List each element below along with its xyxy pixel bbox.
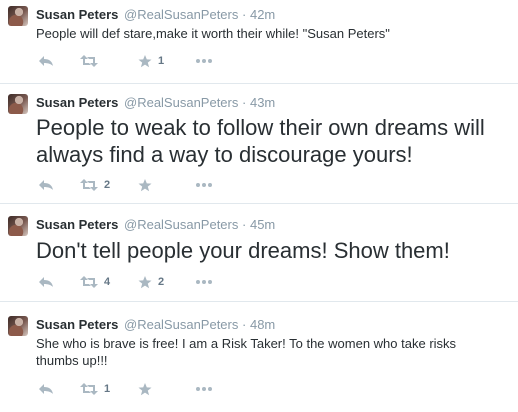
reply-icon <box>39 180 53 190</box>
favorite-button[interactable] <box>138 382 166 396</box>
separator: · <box>242 7 247 22</box>
more-icon <box>196 387 212 391</box>
retweet-button[interactable] <box>80 55 112 67</box>
author-name[interactable]: Susan Peters <box>36 95 118 110</box>
reply-button[interactable] <box>38 55 54 67</box>
favorite-button[interactable]: 2 <box>138 275 166 289</box>
tweet-actions: 4 2 <box>38 274 238 290</box>
star-icon <box>138 178 152 191</box>
retweet-icon <box>80 179 98 191</box>
reply-icon <box>39 384 53 394</box>
favorite-button[interactable]: 1 <box>138 54 166 68</box>
tweet[interactable]: Susan Peters @RealSusanPeters · 42m Peop… <box>0 0 518 84</box>
retweet-icon <box>80 383 98 395</box>
reply-icon <box>39 56 53 66</box>
retweet-button[interactable]: 4 <box>80 276 112 288</box>
author-handle[interactable]: @RealSusanPeters <box>124 217 238 232</box>
star-icon <box>138 54 152 67</box>
author-name[interactable]: Susan Peters <box>36 7 118 22</box>
tweet-timestamp[interactable]: 45m <box>250 217 275 232</box>
author-name[interactable]: Susan Peters <box>36 317 118 332</box>
favorite-count: 1 <box>158 55 165 67</box>
more-icon <box>196 183 212 187</box>
retweet-icon <box>80 55 98 67</box>
tweet-header: Susan Peters @RealSusanPeters · 48m <box>36 317 275 333</box>
tweet-timestamp[interactable]: 43m <box>250 95 275 110</box>
retweet-button[interactable]: 1 <box>80 383 112 395</box>
avatar[interactable] <box>8 94 28 114</box>
tweet-text: People will def stare,make it worth thei… <box>36 26 390 41</box>
reply-button[interactable] <box>38 276 54 288</box>
more-button[interactable] <box>196 59 212 63</box>
more-button[interactable] <box>196 183 212 187</box>
retweet-count: 2 <box>104 179 111 191</box>
tweet[interactable]: Susan Peters @RealSusanPeters · 43m Peop… <box>0 86 518 204</box>
author-handle[interactable]: @RealSusanPeters <box>124 7 238 22</box>
tweet[interactable]: Susan Peters @RealSusanPeters · 45m Don'… <box>0 206 518 302</box>
retweet-count: 4 <box>104 276 111 288</box>
retweet-count: 1 <box>104 383 111 395</box>
retweet-icon <box>80 276 98 288</box>
more-button[interactable] <box>196 280 212 284</box>
tweet-text: She who is brave is free! I am a Risk Ta… <box>36 336 457 368</box>
tweet[interactable]: Susan Peters @RealSusanPeters · 48m She … <box>0 304 518 412</box>
retweet-button[interactable]: 2 <box>80 179 112 191</box>
separator: · <box>242 317 247 332</box>
tweet-timestamp[interactable]: 48m <box>250 317 275 332</box>
reply-icon <box>39 277 53 287</box>
reply-button[interactable] <box>38 383 54 395</box>
tweet-timestamp[interactable]: 42m <box>250 7 275 22</box>
tweet-actions: 1 <box>38 53 238 69</box>
tweet-timeline: Susan Peters @RealSusanPeters · 42m Peop… <box>0 0 518 412</box>
separator: · <box>242 95 247 110</box>
avatar[interactable] <box>8 216 28 236</box>
tweet-header: Susan Peters @RealSusanPeters · 43m <box>36 95 275 111</box>
tweet-actions: 2 <box>38 177 238 193</box>
favorite-button[interactable] <box>138 178 166 192</box>
star-icon <box>138 382 152 395</box>
tweet-text: People to weak to follow their own dream… <box>36 115 485 167</box>
more-icon <box>196 59 212 63</box>
star-icon <box>138 275 152 288</box>
author-handle[interactable]: @RealSusanPeters <box>124 317 238 332</box>
author-handle[interactable]: @RealSusanPeters <box>124 95 238 110</box>
more-icon <box>196 280 212 284</box>
tweet-actions: 1 <box>38 381 238 397</box>
avatar[interactable] <box>8 316 28 336</box>
tweet-text: Don't tell people your dreams! Show them… <box>36 238 450 263</box>
reply-button[interactable] <box>38 179 54 191</box>
more-button[interactable] <box>196 387 212 391</box>
author-name[interactable]: Susan Peters <box>36 217 118 232</box>
favorite-count: 2 <box>158 276 165 288</box>
separator: · <box>242 217 247 232</box>
avatar[interactable] <box>8 6 28 26</box>
tweet-header: Susan Peters @RealSusanPeters · 45m <box>36 217 275 233</box>
tweet-header: Susan Peters @RealSusanPeters · 42m <box>36 7 275 23</box>
